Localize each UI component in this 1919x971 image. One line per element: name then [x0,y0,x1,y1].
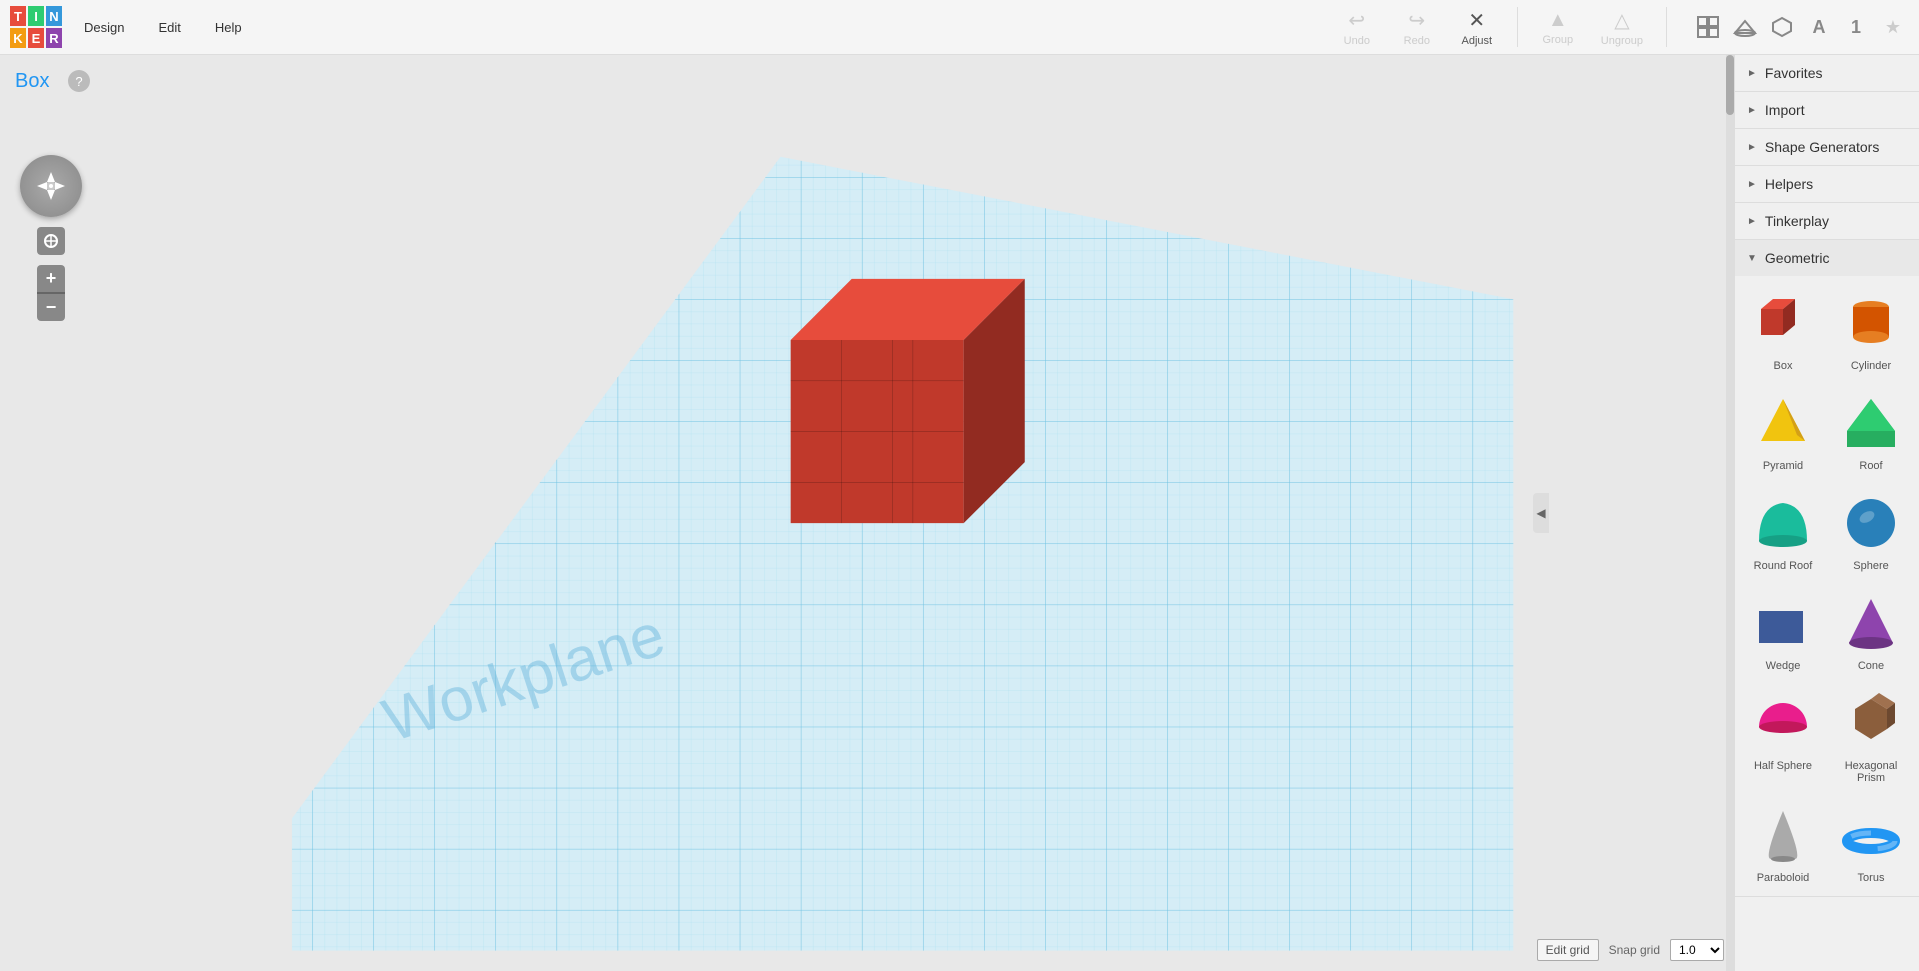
menu-edit[interactable]: Edit [146,14,192,41]
panel-section-import: ► Import [1735,92,1919,129]
tinkercad-logo[interactable]: T I N K E R [10,6,62,48]
grid-view-icon[interactable] [1692,11,1724,43]
shape-roof[interactable]: Roof [1831,384,1911,476]
logo-n: N [46,6,62,26]
logo-e: E [28,28,44,48]
favorites-label: Favorites [1765,65,1823,81]
panel-header-shape-generators[interactable]: ► Shape Generators [1735,129,1919,165]
redo-icon: ↪ [1408,8,1425,33]
snap-select[interactable]: 1.0 0.5 0.25 2.0 [1670,939,1724,961]
right-panel: ► Favorites ► Import ► Shape Generators … [1734,55,1919,971]
geometric-arrow: ▼ [1747,253,1757,264]
bottom-controls: Edit grid Snap grid 1.0 0.5 0.25 2.0 [1537,939,1724,961]
panel-section-tinkerplay: ► Tinkerplay [1735,203,1919,240]
snap-label: Snap grid [1609,943,1660,957]
shape-box[interactable]: Box [1743,284,1823,376]
import-label: Import [1765,102,1805,118]
undo-icon: ↩ [1348,8,1365,33]
shape-hexagonal-prism[interactable]: Hexagonal Prism [1831,684,1911,788]
shape-sphere-label: Sphere [1853,560,1888,572]
3d-view-icon[interactable] [1729,11,1761,43]
shape-paraboloid[interactable]: Paraboloid [1743,796,1823,888]
panel-header-helpers[interactable]: ► Helpers [1735,166,1919,202]
toolbar-separator-2 [1666,7,1667,47]
text-icon[interactable]: A [1803,11,1835,43]
panel-header-import[interactable]: ► Import [1735,92,1919,128]
tinkerplay-label: Tinkerplay [1765,213,1829,229]
group-button[interactable]: ▲ Group [1533,5,1583,50]
shape-pyramid-label: Pyramid [1763,460,1803,472]
panel-section-favorites: ► Favorites [1735,55,1919,92]
panel-section-helpers: ► Helpers [1735,166,1919,203]
canvas-area[interactable]: Box ? [0,55,1734,971]
panel-header-favorites[interactable]: ► Favorites [1735,55,1919,91]
panel-header-geometric[interactable]: ▼ Geometric [1735,240,1919,276]
import-arrow: ► [1747,105,1757,116]
group-icon: ▲ [1548,9,1568,32]
shape-torus-label: Torus [1858,872,1885,884]
undo-button[interactable]: ↩ Undo [1332,4,1382,51]
favorites-arrow: ► [1747,68,1757,79]
view-icons-group: A 1 ★ [1692,11,1909,43]
shape-generators-label: Shape Generators [1765,139,1879,155]
logo-i: I [28,6,44,26]
shape-half-sphere-label: Half Sphere [1754,760,1812,772]
shape-round-roof[interactable]: Round Roof [1743,484,1823,576]
ungroup-icon: △ [1614,8,1629,33]
edit-grid-button[interactable]: Edit grid [1537,939,1599,961]
shape-cylinder-label: Cylinder [1851,360,1891,372]
menu-help[interactable]: Help [203,14,254,41]
shape-round-roof-label: Round Roof [1754,560,1813,572]
tinkerplay-arrow: ► [1747,216,1757,227]
shape-half-sphere[interactable]: Half Sphere [1743,684,1823,788]
logo-k: K [10,28,26,48]
shape-cone-label: Cone [1858,660,1884,672]
adjust-button[interactable]: ✕ Adjust [1452,4,1502,51]
panel-section-geometric: ▼ Geometric Box [1735,240,1919,897]
shape-cone[interactable]: Cone [1831,584,1911,676]
shape-roof-label: Roof [1859,460,1882,472]
topbar: T I N K E R Design Edit Help ↩ Undo ↪ Re… [0,0,1919,55]
panel-section-shape-generators: ► Shape Generators [1735,129,1919,166]
shape-wedge[interactable]: Wedge [1743,584,1823,676]
helpers-arrow: ► [1747,179,1757,190]
panel-header-tinkerplay[interactable]: ► Tinkerplay [1735,203,1919,239]
solid-view-icon[interactable] [1766,11,1798,43]
shape-generators-arrow: ► [1747,142,1757,153]
shape-grid: Box Cylinder [1743,284,1911,888]
shape-torus[interactable]: Torus [1831,796,1911,888]
shape-hexagonal-prism-label: Hexagonal Prism [1835,760,1907,784]
shape-wedge-label: Wedge [1766,660,1801,672]
toolbar-separator-1 [1517,7,1518,47]
geometric-label: Geometric [1765,250,1830,266]
workplane-grid: Workplane [0,55,1734,971]
number-icon[interactable]: 1 [1840,11,1872,43]
shape-cylinder[interactable]: Cylinder [1831,284,1911,376]
logo-t: T [10,6,26,26]
ungroup-button[interactable]: △ Ungroup [1593,4,1651,51]
shape-pyramid[interactable]: Pyramid [1743,384,1823,476]
helpers-label: Helpers [1765,176,1813,192]
main-area: Box ? [0,55,1919,971]
menu-design[interactable]: Design [72,14,136,41]
star-icon[interactable]: ★ [1877,11,1909,43]
redo-button[interactable]: ↪ Redo [1392,4,1442,51]
adjust-icon: ✕ [1468,8,1485,33]
collapse-panel-button[interactable]: ◀ [1533,493,1549,533]
logo-r: R [46,28,62,48]
shape-paraboloid-label: Paraboloid [1757,872,1810,884]
shape-box-label: Box [1774,360,1793,372]
shape-sphere[interactable]: Sphere [1831,484,1911,576]
geometric-shapes: Box Cylinder [1735,276,1919,896]
